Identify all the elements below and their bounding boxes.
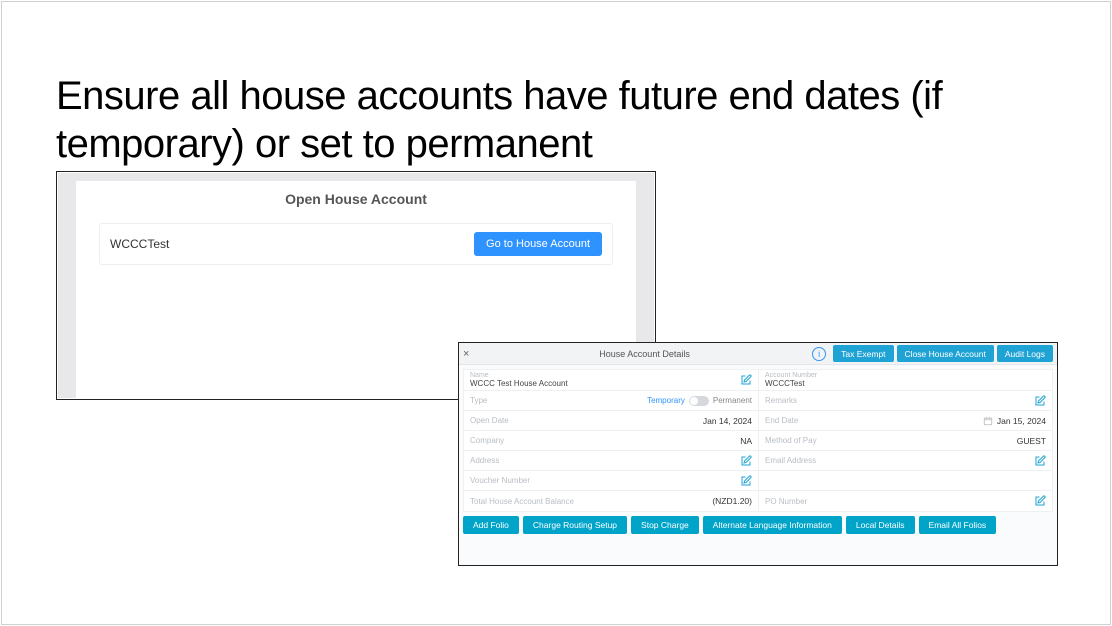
voucher-number-label: Voucher Number bbox=[470, 476, 530, 485]
email-all-folios-button[interactable]: Email All Folios bbox=[919, 516, 997, 534]
empty-field bbox=[758, 471, 1052, 490]
name-label: Name bbox=[470, 372, 568, 379]
remarks-field: Remarks bbox=[758, 391, 1052, 410]
name-field: Name WCCC Test House Account bbox=[464, 370, 758, 390]
close-house-account-button[interactable]: Close House Account bbox=[897, 345, 994, 362]
address-label: Address bbox=[470, 456, 499, 465]
open-house-account-title: Open House Account bbox=[77, 181, 635, 223]
edit-icon[interactable] bbox=[740, 475, 752, 487]
details-title: House Account Details bbox=[477, 349, 812, 359]
go-to-house-account-button[interactable]: Go to House Account bbox=[474, 232, 602, 256]
edit-icon[interactable] bbox=[740, 374, 752, 386]
account-number-value: WCCCTest bbox=[765, 379, 817, 388]
voucher-number-field: Voucher Number bbox=[464, 471, 758, 490]
account-name-label: WCCCTest bbox=[110, 237, 169, 251]
type-permanent-label: Permanent bbox=[713, 396, 752, 405]
type-toggle[interactable] bbox=[689, 396, 709, 406]
end-date-field: End Date Jan 15, 2024 bbox=[758, 411, 1052, 430]
name-value: WCCC Test House Account bbox=[470, 379, 568, 388]
company-field: Company NA bbox=[464, 431, 758, 450]
charge-routing-setup-button[interactable]: Charge Routing Setup bbox=[523, 516, 627, 534]
remarks-label: Remarks bbox=[765, 396, 797, 405]
type-label: Type bbox=[470, 396, 487, 405]
alternate-language-button[interactable]: Alternate Language Information bbox=[703, 516, 842, 534]
company-label: Company bbox=[470, 436, 504, 445]
company-value: NA bbox=[740, 436, 752, 446]
edit-icon[interactable] bbox=[1034, 455, 1046, 467]
po-number-label: PO Number bbox=[765, 497, 807, 506]
type-temporary-label: Temporary bbox=[647, 396, 685, 405]
calendar-icon[interactable] bbox=[983, 416, 993, 426]
open-date-label: Open Date bbox=[470, 416, 509, 425]
end-date-value: Jan 15, 2024 bbox=[997, 416, 1046, 426]
details-footer: Add Folio Charge Routing Setup Stop Char… bbox=[459, 516, 1057, 538]
edit-icon[interactable] bbox=[740, 455, 752, 467]
house-account-details-panel: × House Account Details i Tax Exempt Clo… bbox=[458, 342, 1058, 566]
edit-icon[interactable] bbox=[1034, 395, 1046, 407]
balance-label: Total House Account Balance bbox=[470, 497, 574, 506]
account-number-label: Account Number bbox=[765, 372, 817, 379]
method-of-pay-label: Method of Pay bbox=[765, 436, 817, 445]
stop-charge-button[interactable]: Stop Charge bbox=[631, 516, 699, 534]
open-date-field: Open Date Jan 14, 2024 bbox=[464, 411, 758, 430]
type-field: Type Temporary Permanent bbox=[464, 391, 758, 410]
balance-value: (NZD1.20) bbox=[712, 496, 752, 506]
details-header: × House Account Details i Tax Exempt Clo… bbox=[459, 343, 1057, 365]
page-heading: Ensure all house accounts have future en… bbox=[56, 72, 1056, 168]
local-details-button[interactable]: Local Details bbox=[846, 516, 915, 534]
add-folio-button[interactable]: Add Folio bbox=[463, 516, 519, 534]
end-date-label: End Date bbox=[765, 416, 798, 425]
email-address-field: Email Address bbox=[758, 451, 1052, 470]
email-address-label: Email Address bbox=[765, 456, 816, 465]
address-field: Address bbox=[464, 451, 758, 470]
method-of-pay-field: Method of Pay GUEST bbox=[758, 431, 1052, 450]
tax-exempt-button[interactable]: Tax Exempt bbox=[833, 345, 893, 362]
balance-field: Total House Account Balance (NZD1.20) bbox=[464, 491, 758, 511]
details-body: Name WCCC Test House Account Account Num… bbox=[463, 369, 1053, 512]
audit-logs-button[interactable]: Audit Logs bbox=[997, 345, 1053, 362]
account-number-field: Account Number WCCCTest bbox=[758, 370, 1052, 390]
edit-icon[interactable] bbox=[1034, 495, 1046, 507]
open-date-value: Jan 14, 2024 bbox=[703, 416, 752, 426]
method-of-pay-value: GUEST bbox=[1017, 436, 1046, 446]
po-number-field: PO Number bbox=[758, 491, 1052, 511]
account-row: WCCCTest Go to House Account bbox=[99, 223, 613, 265]
close-icon[interactable]: × bbox=[463, 348, 477, 360]
info-icon[interactable]: i bbox=[812, 347, 826, 361]
